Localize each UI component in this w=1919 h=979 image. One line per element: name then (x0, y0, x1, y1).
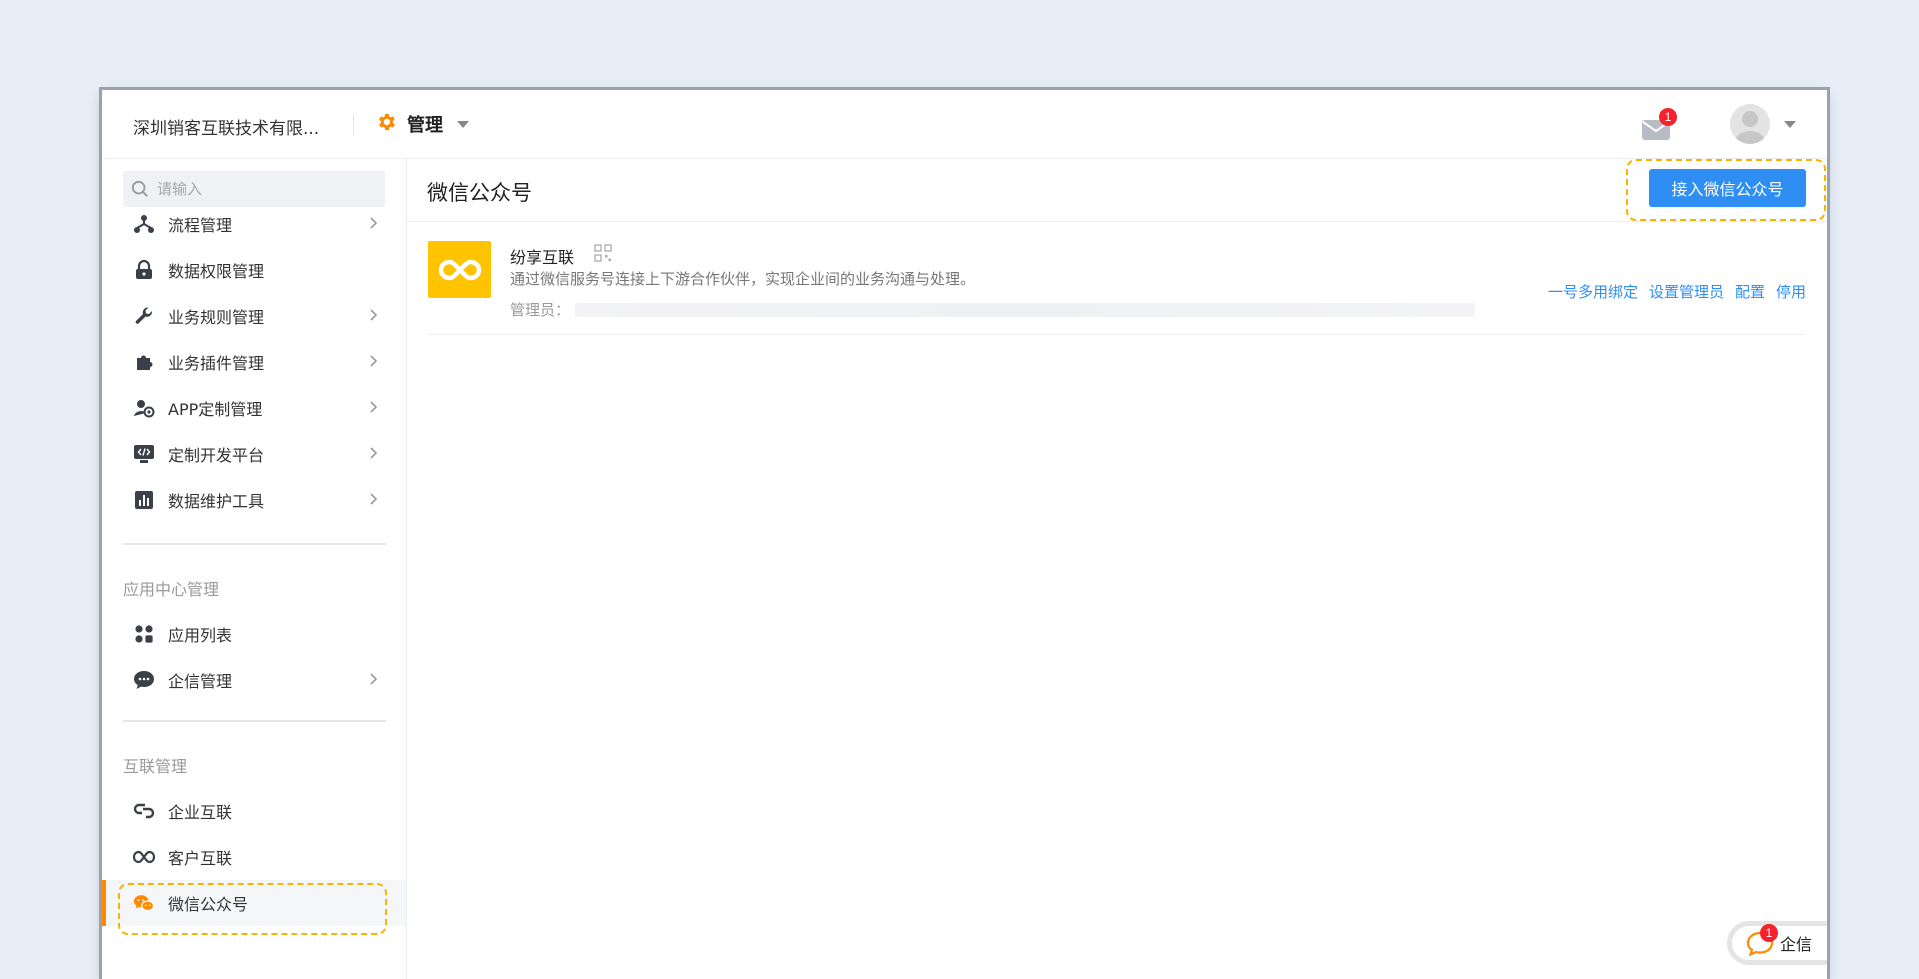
chevron-right-icon (370, 673, 378, 685)
app-window: 深圳销客互联技术有限... 管理 1 请输入 流程管理 数据权限管理 业务规则管… (102, 90, 1827, 979)
sidebar-item-flow[interactable]: 流程管理 (102, 201, 406, 247)
qixin-chat-widget[interactable]: 1 企信 (1727, 921, 1827, 965)
chevron-right-icon (370, 401, 378, 413)
search-icon (131, 180, 148, 197)
sidebar-item-data-permission[interactable]: 数据权限管理 (102, 247, 406, 293)
header-divider (353, 114, 354, 136)
disable-link[interactable]: 停用 (1776, 281, 1806, 302)
multi-bind-link[interactable]: 一号多用绑定 (1548, 281, 1638, 302)
page-title: 微信公众号 (427, 181, 532, 205)
chevron-down-icon (1784, 120, 1796, 128)
sidebar-item-label: 客户互联 (168, 849, 233, 868)
sidebar-item-label: 业务插件管理 (168, 354, 265, 373)
chevron-right-icon (370, 217, 378, 229)
gear-icon (375, 111, 397, 137)
grid-icon (133, 623, 155, 645)
infinity-logo-icon (438, 259, 481, 280)
chevron-right-icon (370, 355, 378, 367)
account-description: 通过微信服务号连接上下游合作伙伴，实现企业间的业务沟通与处理。 (510, 270, 976, 288)
sidebar-item-customer-interconnect[interactable]: 客户互联 (102, 834, 406, 880)
company-name[interactable]: 深圳销客互联技术有限... (133, 114, 319, 139)
chat-widget-label: 企信 (1780, 935, 1813, 954)
sidebar-item-label: 数据权限管理 (168, 262, 265, 281)
sidebar-item-label: 应用列表 (168, 626, 233, 645)
user-icon (1735, 111, 1765, 144)
sidebar-item-label: 定制开发平台 (168, 446, 265, 465)
chat-bubble-icon: 1 (1746, 924, 1778, 957)
lock-icon (133, 259, 155, 281)
chat-icon (133, 669, 155, 691)
account-logo (428, 241, 491, 298)
top-bar: 深圳销客互联技术有限... 管理 1 (102, 90, 1827, 159)
sidebar-item-label: 流程管理 (168, 216, 233, 235)
sidebar-item-data-maintenance[interactable]: 数据维护工具 (102, 477, 406, 523)
chevron-right-icon (370, 447, 378, 459)
sidebar-divider (123, 543, 386, 545)
code-monitor-icon (133, 443, 155, 465)
sidebar-item-label: 数据维护工具 (168, 492, 265, 511)
highlight-frame-button (1626, 159, 1826, 221)
sidebar-item-business-rules[interactable]: 业务规则管理 (102, 293, 406, 339)
sidebar-item-app-list[interactable]: 应用列表 (102, 611, 406, 657)
sidebar-item-business-plugins[interactable]: 业务插件管理 (102, 339, 406, 385)
app-custom-icon (133, 397, 155, 419)
sidebar-item-label: 企业互联 (168, 803, 233, 822)
bar-chart-icon (133, 489, 155, 511)
sidebar-item-label: 企信管理 (168, 672, 233, 691)
set-admin-link[interactable]: 设置管理员 (1649, 281, 1724, 302)
search-input[interactable] (155, 179, 369, 199)
flow-icon (133, 213, 155, 235)
puzzle-icon (133, 351, 155, 373)
module-switcher[interactable]: 管理 (375, 111, 469, 137)
sidebar-item-qixin[interactable]: 企信管理 (102, 657, 406, 703)
main-header: 微信公众号 接入微信公众号 (407, 159, 1827, 222)
user-menu[interactable] (1730, 104, 1796, 144)
chevron-right-icon (370, 493, 378, 505)
section-title-app-center: 应用中心管理 (123, 580, 220, 599)
mail-button[interactable]: 1 (1641, 108, 1681, 142)
admin-list-redacted (575, 303, 1475, 317)
sidebar-item-app-custom[interactable]: APP定制管理 (102, 385, 406, 431)
avatar (1730, 104, 1770, 144)
infinity-icon (133, 846, 155, 868)
link-icon (133, 800, 155, 822)
qrcode-icon[interactable] (594, 244, 612, 266)
account-name: 纷享互联 (510, 248, 575, 267)
highlight-frame-sidebar (118, 883, 387, 935)
chat-badge: 1 (1760, 924, 1778, 942)
section-title-interconnect: 互联管理 (123, 757, 188, 776)
account-row: 纷享互联 通过微信服务号连接上下游合作伙伴，实现企业间的业务沟通与处理。 管理员… (428, 241, 1806, 335)
sidebar: 流程管理 数据权限管理 业务规则管理 业务插件管理 (102, 159, 407, 979)
sidebar-item-custom-dev[interactable]: 定制开发平台 (102, 431, 406, 477)
config-link[interactable]: 配置 (1735, 281, 1765, 302)
sidebar-item-label: APP定制管理 (168, 400, 263, 419)
sidebar-item-label: 业务规则管理 (168, 308, 265, 327)
main-content: 微信公众号 接入微信公众号 纷享互联 通过微信服务号连接上下游合作伙伴，实现企业… (407, 159, 1827, 979)
chevron-right-icon (370, 309, 378, 321)
module-label: 管理 (407, 115, 443, 136)
wrench-icon (133, 305, 155, 327)
sidebar-item-enterprise-interconnect[interactable]: 企业互联 (102, 788, 406, 834)
admin-label: 管理员： (510, 301, 571, 319)
active-indicator (102, 880, 106, 926)
account-actions: 一号多用绑定 设置管理员 配置 停用 (1548, 281, 1806, 302)
chevron-down-icon (457, 120, 469, 128)
sidebar-divider (123, 720, 386, 722)
mail-badge: 1 (1659, 108, 1677, 126)
